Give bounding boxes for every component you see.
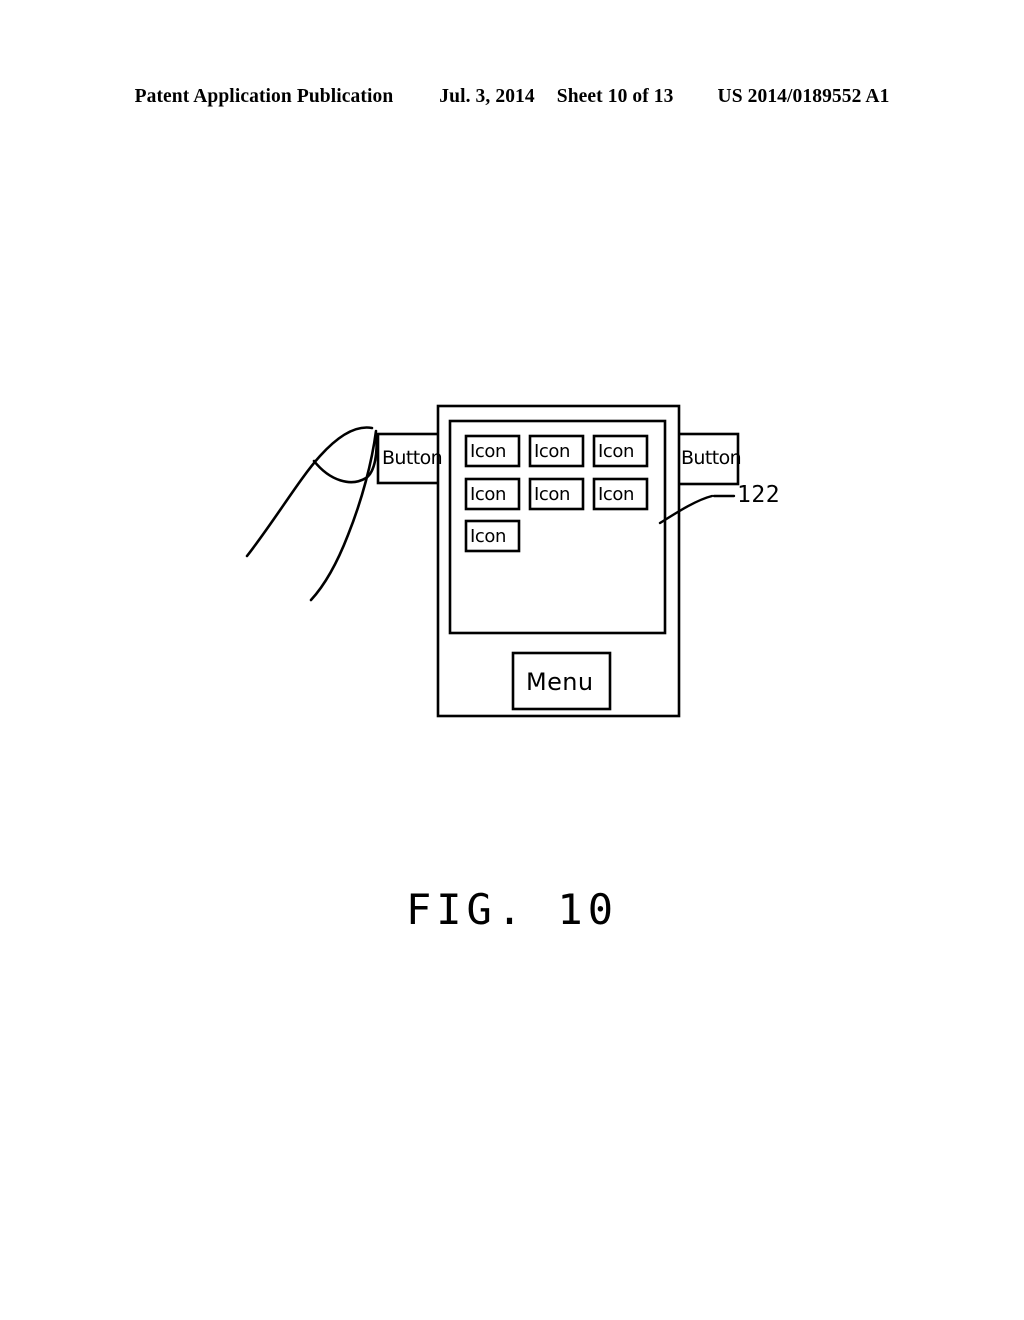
right-button-label[interactable]: Button <box>681 449 742 468</box>
reference-numeral-122: 122 <box>737 482 781 508</box>
finger-upper-contour <box>245 426 374 558</box>
screen-icon-label[interactable]: Icon <box>598 486 634 504</box>
screen-icon-label[interactable]: Icon <box>598 443 634 461</box>
figure-caption: FIG. 10 <box>405 885 618 934</box>
screen-icon-label[interactable]: Icon <box>534 443 570 461</box>
figure-10-drawing: Button Button Icon Icon Icon Icon Icon I… <box>0 0 1024 1320</box>
screen-icon-label[interactable]: Icon <box>470 443 506 461</box>
menu-button-label[interactable]: Menu <box>526 670 594 694</box>
left-button-label[interactable]: Button <box>382 449 443 468</box>
screen-icon-label[interactable]: Icon <box>534 486 570 504</box>
screen-icon-label[interactable]: Icon <box>470 486 506 504</box>
screen-icon-label[interactable]: Icon <box>470 528 506 546</box>
figure-vector-layer <box>245 404 740 718</box>
